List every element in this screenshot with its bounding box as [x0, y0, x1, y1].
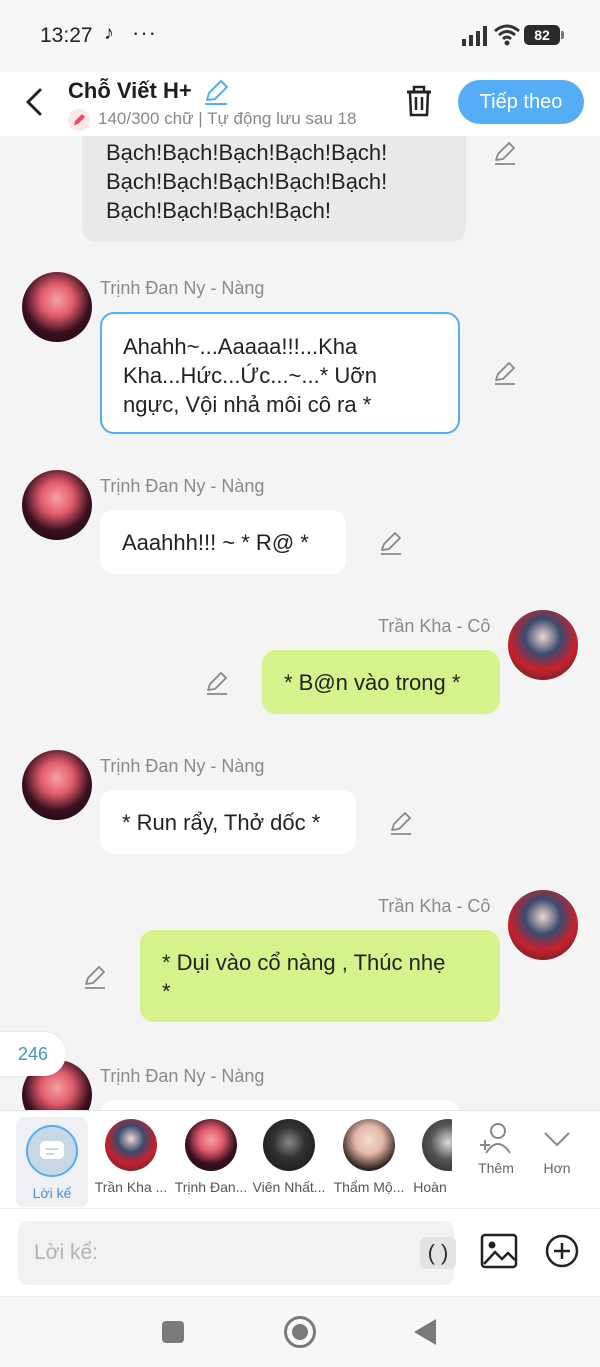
wifi-icon [494, 24, 520, 46]
avatar[interactable] [22, 272, 92, 342]
message-text: Bạch!Bạch!Bạch!Bạch!Bạch! Bạch!Bạch!Bạch… [106, 140, 388, 223]
status-bar: 13:27 ♪ ··· 82 [0, 0, 600, 72]
sender-name: Trịnh Đan Ny - Nàng [100, 1066, 265, 1086]
page-title: Chỗ Viết H+ [68, 78, 192, 103]
edit-message-icon[interactable] [492, 140, 518, 166]
character-label: Hoàn [413, 1179, 447, 1195]
signal-icon [462, 26, 487, 46]
character-label: Lời kể [32, 1185, 72, 1201]
sender-name: Trần Kha - Cô [378, 616, 491, 636]
edit-message-icon[interactable] [492, 360, 518, 386]
message-text: * Run rẩy, Thở dốc * [122, 810, 321, 835]
message-bubble[interactable]: * B@n vào trong * [262, 650, 500, 714]
avatar [185, 1119, 237, 1171]
battery-indicator: 82 [524, 25, 564, 45]
message-bubble[interactable]: Ahahh~...Aaaaa!!!...Kha Kha...Hức...Ức..… [100, 312, 460, 434]
system-nav-bar [0, 1296, 600, 1367]
message-bubble[interactable]: Bạch!Bạch!Bạch!Bạch!Bạch! Bạch!Bạch!Bạch… [82, 136, 466, 242]
recents-button[interactable] [162, 1321, 184, 1343]
tiktok-icon: ♪ [104, 22, 114, 44]
more-label: Hơn [543, 1160, 571, 1176]
parentheses-button[interactable]: ( ) [420, 1237, 456, 1269]
edit-title-icon[interactable] [202, 78, 230, 106]
narration-input[interactable] [34, 1233, 394, 1273]
message-bubble[interactable] [100, 1100, 460, 1110]
pen-badge-icon [68, 109, 90, 131]
message-text: * B@n vào trong * [284, 670, 461, 695]
input-bar: ( ) [0, 1208, 600, 1296]
character-label: Trịnh Đan... [174, 1179, 248, 1195]
character-tran-kha[interactable]: Trần Kha ... [92, 1111, 170, 1209]
back-icon[interactable] [20, 84, 50, 120]
home-button[interactable] [284, 1316, 316, 1348]
header: Chỗ Viết H+ 140/300 chữ | Tự động lưu sa… [0, 72, 600, 136]
sender-name: Trần Kha - Cô [378, 896, 491, 916]
character-selector: Lời kể Trần Kha ... Trịnh Đan... Viên Nh… [0, 1110, 600, 1208]
add-character-button[interactable]: Thêm [466, 1121, 526, 1176]
edit-message-icon[interactable] [82, 964, 108, 990]
message-text: * Dụi vào cổ nàng , Thúc nhẹ * [162, 950, 446, 1004]
avatar [105, 1119, 157, 1171]
message-bubble[interactable]: * Dụi vào cổ nàng , Thúc nhẹ * [140, 930, 500, 1022]
input-box: ( ) [18, 1221, 456, 1285]
edit-message-icon[interactable] [388, 810, 414, 836]
avatar[interactable] [22, 750, 92, 820]
speech-icon [26, 1125, 78, 1177]
avatar[interactable] [22, 470, 92, 540]
image-icon[interactable] [480, 1233, 518, 1269]
character-trinh-dan-ny[interactable]: Trịnh Đan... [172, 1111, 250, 1209]
chevron-down-icon [544, 1132, 570, 1147]
sender-name: Trịnh Đan Ny - Nàng [100, 278, 265, 298]
character-hoan[interactable]: Hoàn [408, 1111, 452, 1209]
sender-name: Trịnh Đan Ny - Nàng [100, 756, 265, 776]
add-label: Thêm [478, 1160, 514, 1176]
back-button[interactable] [414, 1319, 436, 1345]
more-button[interactable]: Hơn [527, 1121, 587, 1176]
character-vien-nhat[interactable]: Viên Nhất... [250, 1111, 328, 1209]
character-label: Trần Kha ... [94, 1179, 168, 1195]
more-notifications-icon: ··· [132, 20, 157, 45]
character-tham-mo[interactable]: Thẩm Mộ... [330, 1111, 408, 1209]
avatar [343, 1119, 395, 1171]
avatar [263, 1119, 315, 1171]
character-label: Viên Nhất... [252, 1179, 326, 1195]
avatar [422, 1119, 452, 1171]
message-bubble[interactable]: Aaahhh!!! ~ * R@ * [100, 510, 346, 574]
edit-message-icon[interactable] [378, 530, 404, 556]
edit-message-icon[interactable] [204, 670, 230, 696]
message-counter: 246 [0, 1032, 66, 1076]
avatar[interactable] [508, 890, 578, 960]
word-count-autosave: 140/300 chữ | Tự động lưu sau 18 [98, 109, 357, 128]
message-text: Ahahh~...Aaaaa!!!...Kha Kha...Hức...Ức..… [123, 334, 377, 417]
next-button[interactable]: Tiếp theo [458, 80, 584, 124]
avatar[interactable] [508, 610, 578, 680]
chat-area[interactable]: Bạch!Bạch!Bạch!Bạch!Bạch! Bạch!Bạch!Bạch… [0, 136, 600, 1110]
sender-name: Trịnh Đan Ny - Nàng [100, 476, 265, 496]
message-bubble[interactable]: * Run rẩy, Thở dốc * [100, 790, 356, 854]
character-narrator[interactable]: Lời kể [16, 1117, 88, 1207]
person-add-icon [480, 1123, 511, 1154]
status-time: 13:27 [40, 24, 93, 47]
plus-circle-icon[interactable] [544, 1233, 580, 1269]
character-label: Thẩm Mộ... [333, 1179, 405, 1195]
message-text: Aaahhh!!! ~ * R@ * [122, 530, 309, 555]
trash-icon[interactable] [404, 84, 434, 118]
